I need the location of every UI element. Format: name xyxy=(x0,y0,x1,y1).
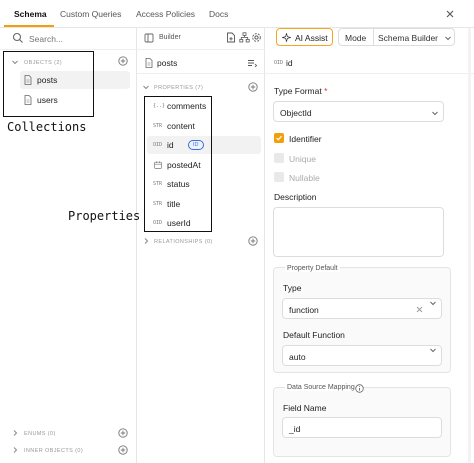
default-type-select[interactable]: function xyxy=(282,298,442,319)
property-type-label: OID xyxy=(274,60,284,66)
info-icon[interactable] xyxy=(355,384,364,393)
add-relationship-icon[interactable] xyxy=(248,236,258,246)
check-icon xyxy=(276,135,282,141)
properties-annotation-box xyxy=(144,96,212,232)
collection-header: posts xyxy=(137,52,265,74)
builder-header: Builder xyxy=(137,28,265,50)
collections-annotation-box xyxy=(3,51,94,117)
unique-checkbox[interactable] xyxy=(274,153,284,163)
scrollbar[interactable] xyxy=(468,28,471,463)
add-inner-object-icon[interactable] xyxy=(118,445,128,455)
identifier-label: Identifier xyxy=(289,134,322,144)
tab-docs[interactable]: Docs xyxy=(209,9,228,19)
properties-annotation-label: Properties xyxy=(68,209,141,223)
nullable-checkbox[interactable] xyxy=(274,172,284,182)
chevron-right-icon[interactable] xyxy=(11,446,19,454)
close-icon[interactable] xyxy=(444,8,456,20)
ai-assist-label: AI Assist xyxy=(295,33,328,43)
divider xyxy=(373,29,374,45)
active-tab-indicator xyxy=(4,25,54,27)
type-format-label: Type Format * xyxy=(274,86,328,96)
default-type-label: Type xyxy=(283,283,302,293)
search-icon xyxy=(12,32,23,43)
description-label: Description xyxy=(274,192,317,202)
property-header: OID id xyxy=(265,52,474,74)
default-type-value: function xyxy=(289,305,319,315)
hierarchy-icon[interactable] xyxy=(239,32,250,43)
identifier-checkbox-row[interactable]: Identifier xyxy=(273,133,423,145)
property-title: id xyxy=(286,58,293,68)
default-function-value: auto xyxy=(289,352,306,362)
chevron-down-icon xyxy=(430,301,436,306)
mode-label: Mode xyxy=(345,33,367,43)
default-function-select[interactable]: auto xyxy=(282,345,442,366)
nullable-checkbox-row[interactable]: Nullable xyxy=(273,172,423,184)
add-object-icon[interactable] xyxy=(118,56,128,66)
ai-assist-button[interactable]: AI Assist xyxy=(276,28,333,46)
list-options-icon[interactable] xyxy=(247,58,257,68)
field-name-label: Field Name xyxy=(283,403,327,413)
mode-value: Schema Builder xyxy=(378,33,439,43)
builder-panel: Builder posts PROPERTIES (7) {..} commen… xyxy=(137,28,265,463)
field-name-input[interactable]: _id xyxy=(282,417,442,438)
type-format-value: ObjectId xyxy=(280,108,312,118)
field-name-value: _id xyxy=(289,424,301,434)
tab-access-policies[interactable]: Access Policies xyxy=(136,9,195,19)
top-tab-bar: Schema Custom Queries Access Policies Do… xyxy=(0,0,474,28)
property-default-title: Property Default xyxy=(285,265,340,272)
type-format-select[interactable]: ObjectId xyxy=(273,101,444,122)
add-enum-icon[interactable] xyxy=(118,428,128,438)
collections-annotation-label: Collections xyxy=(7,120,87,134)
chevron-down-icon xyxy=(445,36,451,41)
add-collection-icon[interactable] xyxy=(226,32,237,43)
sparkle-icon xyxy=(282,33,291,42)
enums-section-label: ENUMS (0) xyxy=(24,431,56,437)
unique-checkbox-row[interactable]: Unique xyxy=(273,153,423,165)
search-input[interactable] xyxy=(29,31,129,46)
chevron-right-icon[interactable] xyxy=(142,237,150,245)
chevron-down-icon xyxy=(430,348,436,353)
inner-objects-section-label: INNER OBJECTS (0) xyxy=(24,448,84,454)
document-icon xyxy=(145,58,153,68)
description-textarea[interactable] xyxy=(273,207,444,257)
nullable-label: Nullable xyxy=(289,173,320,183)
search-bar xyxy=(0,28,137,50)
relationships-section-label: RELATIONSHIPS (0) xyxy=(154,239,213,245)
chevron-down-icon xyxy=(432,111,438,116)
builder-label: Builder xyxy=(159,34,181,41)
mode-select[interactable]: Mode Schema Builder xyxy=(338,28,455,46)
properties-section-label: PROPERTIES (7) xyxy=(154,85,204,91)
add-property-icon[interactable] xyxy=(248,82,258,92)
clear-icon[interactable] xyxy=(416,306,423,313)
builder-icon xyxy=(144,33,154,43)
chevron-right-icon[interactable] xyxy=(11,429,19,437)
collection-title: posts xyxy=(157,58,178,68)
tab-custom-queries[interactable]: Custom Queries xyxy=(60,9,121,19)
property-editor-panel: AI Assist Mode Schema Builder OID id Typ… xyxy=(265,28,474,463)
chevron-down-icon[interactable] xyxy=(142,83,150,91)
unique-label: Unique xyxy=(289,154,316,164)
settings-icon[interactable] xyxy=(251,32,262,43)
data-source-mapping-title: Data Source Mapping xyxy=(285,384,357,391)
identifier-checkbox[interactable] xyxy=(274,133,284,143)
tab-schema[interactable]: Schema xyxy=(14,9,47,19)
default-function-label: Default Function xyxy=(283,330,345,340)
